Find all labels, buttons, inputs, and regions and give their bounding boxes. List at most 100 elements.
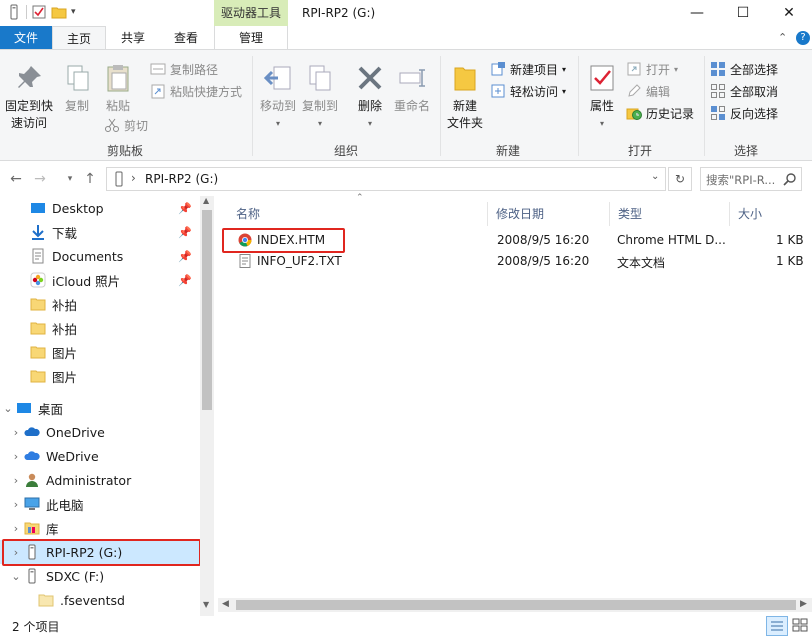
collapse-chevron-icon[interactable]: ⌄ — [8, 570, 24, 583]
copy-path-button[interactable]: 复制路径 — [150, 58, 218, 80]
nav-item-icloud-photos[interactable]: iCloud 照片 📌 — [0, 268, 200, 292]
scroll-right-icon[interactable]: ▶ — [800, 599, 807, 609]
file-row[interactable]: INFO_UF2.TXT 2008/9/5 16:20 文本文档 1 KB — [218, 251, 812, 272]
scroll-thumb[interactable] — [202, 210, 212, 410]
column-header-modified[interactable]: 修改日期 — [488, 202, 610, 226]
nav-item-label: OneDrive — [46, 424, 105, 440]
expand-chevron-icon[interactable]: › — [8, 498, 24, 511]
pin-icon[interactable]: 📌 — [178, 274, 192, 287]
nav-item-sdxc-drive[interactable]: ⌄ SDXC (F:) — [0, 564, 200, 588]
column-header-type[interactable]: 类型 — [610, 202, 730, 226]
pin-icon[interactable]: 📌 — [178, 250, 192, 263]
column-header-size[interactable]: 大小 — [730, 202, 812, 226]
nav-item-folder[interactable]: 补拍 — [0, 316, 200, 340]
expand-chevron-icon[interactable]: › — [8, 474, 24, 487]
up-arrow-icon[interactable]: ↑ — [80, 166, 100, 192]
collapse-chevron-icon[interactable]: ⌄ — [0, 402, 16, 415]
select-all-button[interactable]: 全部选择 — [710, 58, 778, 80]
address-dropdown-icon[interactable]: ⌄ — [651, 171, 659, 182]
new-item-icon — [490, 61, 506, 77]
new-folder-icon[interactable] — [51, 4, 67, 20]
history-button[interactable]: 历史记录 — [626, 102, 694, 124]
pin-icon[interactable]: 📌 — [178, 226, 192, 239]
properties-button[interactable]: 属性 ▾ — [584, 62, 620, 132]
scroll-left-icon[interactable]: ◀ — [222, 599, 229, 609]
tab-share[interactable]: 共享 — [108, 26, 158, 50]
properties-icon[interactable] — [31, 4, 47, 20]
breadcrumb-path[interactable]: RPI-RP2 (G:) — [145, 172, 218, 186]
large-icons-view-icon[interactable] — [790, 616, 810, 636]
invert-selection-button[interactable]: 反向选择 — [710, 102, 778, 124]
select-none-button[interactable]: 全部取消 — [710, 80, 778, 102]
nav-pane-scrollbar[interactable]: ▲ ▼ — [200, 196, 214, 616]
delete-button[interactable]: 删除 ▾ — [350, 62, 390, 132]
nav-item-this-pc[interactable]: › 此电脑 — [0, 492, 200, 516]
expand-chevron-icon[interactable]: › — [8, 426, 24, 439]
details-view-icon[interactable] — [766, 616, 788, 636]
expand-chevron-icon[interactable]: › — [8, 522, 24, 535]
nav-item-label: 图片 — [52, 345, 78, 361]
edit-button[interactable]: 编辑 — [626, 80, 670, 102]
minimize-button[interactable]: — — [674, 0, 720, 26]
nav-item-fseventsd[interactable]: .fseventsd — [0, 588, 200, 612]
nav-item-administrator[interactable]: › Administrator — [0, 468, 200, 492]
paste-shortcut-button[interactable]: 粘贴快捷方式 — [150, 80, 242, 102]
nav-item-desktop[interactable]: Desktop 📌 — [0, 196, 200, 220]
new-group-label: 新建 — [495, 144, 520, 158]
qat-dropdown-icon[interactable]: ▾ — [71, 7, 76, 17]
nav-item-folder[interactable]: 图片 — [0, 364, 200, 388]
nav-item-documents[interactable]: Documents 📌 — [0, 244, 200, 268]
folder-icon — [30, 296, 46, 312]
ribbon-collapse-icon[interactable]: ⌃ — [778, 31, 787, 44]
tab-view[interactable]: 查看 — [160, 26, 212, 50]
help-icon[interactable]: ? — [796, 31, 810, 45]
scissors-icon — [104, 117, 120, 133]
cut-button[interactable]: 剪切 — [104, 114, 148, 136]
paste-button[interactable]: 粘贴 — [100, 62, 136, 115]
new-folder-button[interactable]: 新建 文件夹 — [444, 62, 486, 132]
pin-to-quick-access-button[interactable]: 固定到快 速访问 — [4, 62, 54, 132]
forward-arrow-icon[interactable]: → — [30, 166, 50, 192]
scroll-down-icon[interactable]: ▼ — [203, 600, 209, 609]
dropdown-arrow-icon: ▾ — [562, 86, 567, 96]
nav-item-label: 补拍 — [52, 297, 78, 313]
file-modified: 2008/9/5 16:20 — [497, 233, 590, 247]
refresh-icon[interactable]: ↻ — [668, 167, 692, 191]
move-to-button[interactable]: 移动到 ▾ — [258, 62, 298, 132]
nav-item-libraries[interactable]: › 库 — [0, 516, 200, 540]
new-item-button[interactable]: 新建项目 ▾ — [490, 58, 566, 80]
copy-button[interactable]: 复制 — [62, 62, 92, 115]
nav-item-desktop-root[interactable]: ⌄ 桌面 — [0, 396, 200, 420]
properties-label: 属性 — [589, 99, 614, 113]
expand-chevron-icon[interactable]: › — [8, 450, 24, 463]
close-button[interactable]: ✕ — [766, 0, 812, 26]
recent-locations-icon[interactable]: ▾ — [60, 166, 80, 192]
desktop-icon — [16, 400, 32, 416]
nav-item-downloads[interactable]: 下载 📌 — [0, 220, 200, 244]
pin-icon[interactable]: 📌 — [178, 202, 192, 215]
easy-access-button[interactable]: 轻松访问 ▾ — [490, 80, 566, 102]
dropdown-arrow-icon: ▾ — [317, 119, 322, 128]
search-input[interactable]: 搜索"RPI-R... — [700, 167, 802, 191]
nav-item-folder[interactable]: 图片 — [0, 340, 200, 364]
nav-item-onedrive[interactable]: › OneDrive — [0, 420, 200, 444]
tab-file[interactable]: 文件 — [0, 26, 52, 50]
rename-button[interactable]: 重命名 — [392, 62, 432, 115]
scroll-thumb[interactable] — [236, 600, 796, 610]
address-bar-row: ← → ▾ ↑ › RPI-RP2 (G:) ⌄ ↻ 搜索"RPI-R... — [0, 166, 812, 192]
back-arrow-icon[interactable]: ← — [6, 166, 26, 192]
tab-home[interactable]: 主页 — [52, 26, 106, 50]
nav-item-folder[interactable]: 补拍 — [0, 292, 200, 316]
column-header-name[interactable]: 名称 — [228, 202, 488, 226]
open-button[interactable]: 打开 ▾ — [626, 58, 678, 80]
tab-manage[interactable]: 管理 — [214, 26, 288, 50]
maximize-button[interactable]: ☐ — [720, 0, 766, 26]
copy-to-button[interactable]: 复制到 ▾ — [300, 62, 340, 132]
folder-icon — [30, 368, 46, 384]
scroll-up-icon[interactable]: ▲ — [203, 196, 209, 205]
nav-item-wedrive[interactable]: › WeDrive — [0, 444, 200, 468]
drive-icon[interactable] — [6, 4, 22, 20]
address-box[interactable]: › RPI-RP2 (G:) ⌄ — [106, 167, 666, 191]
file-pane-scrollbar[interactable]: ◀ ▶ — [218, 598, 812, 612]
highlight-box — [2, 539, 201, 566]
